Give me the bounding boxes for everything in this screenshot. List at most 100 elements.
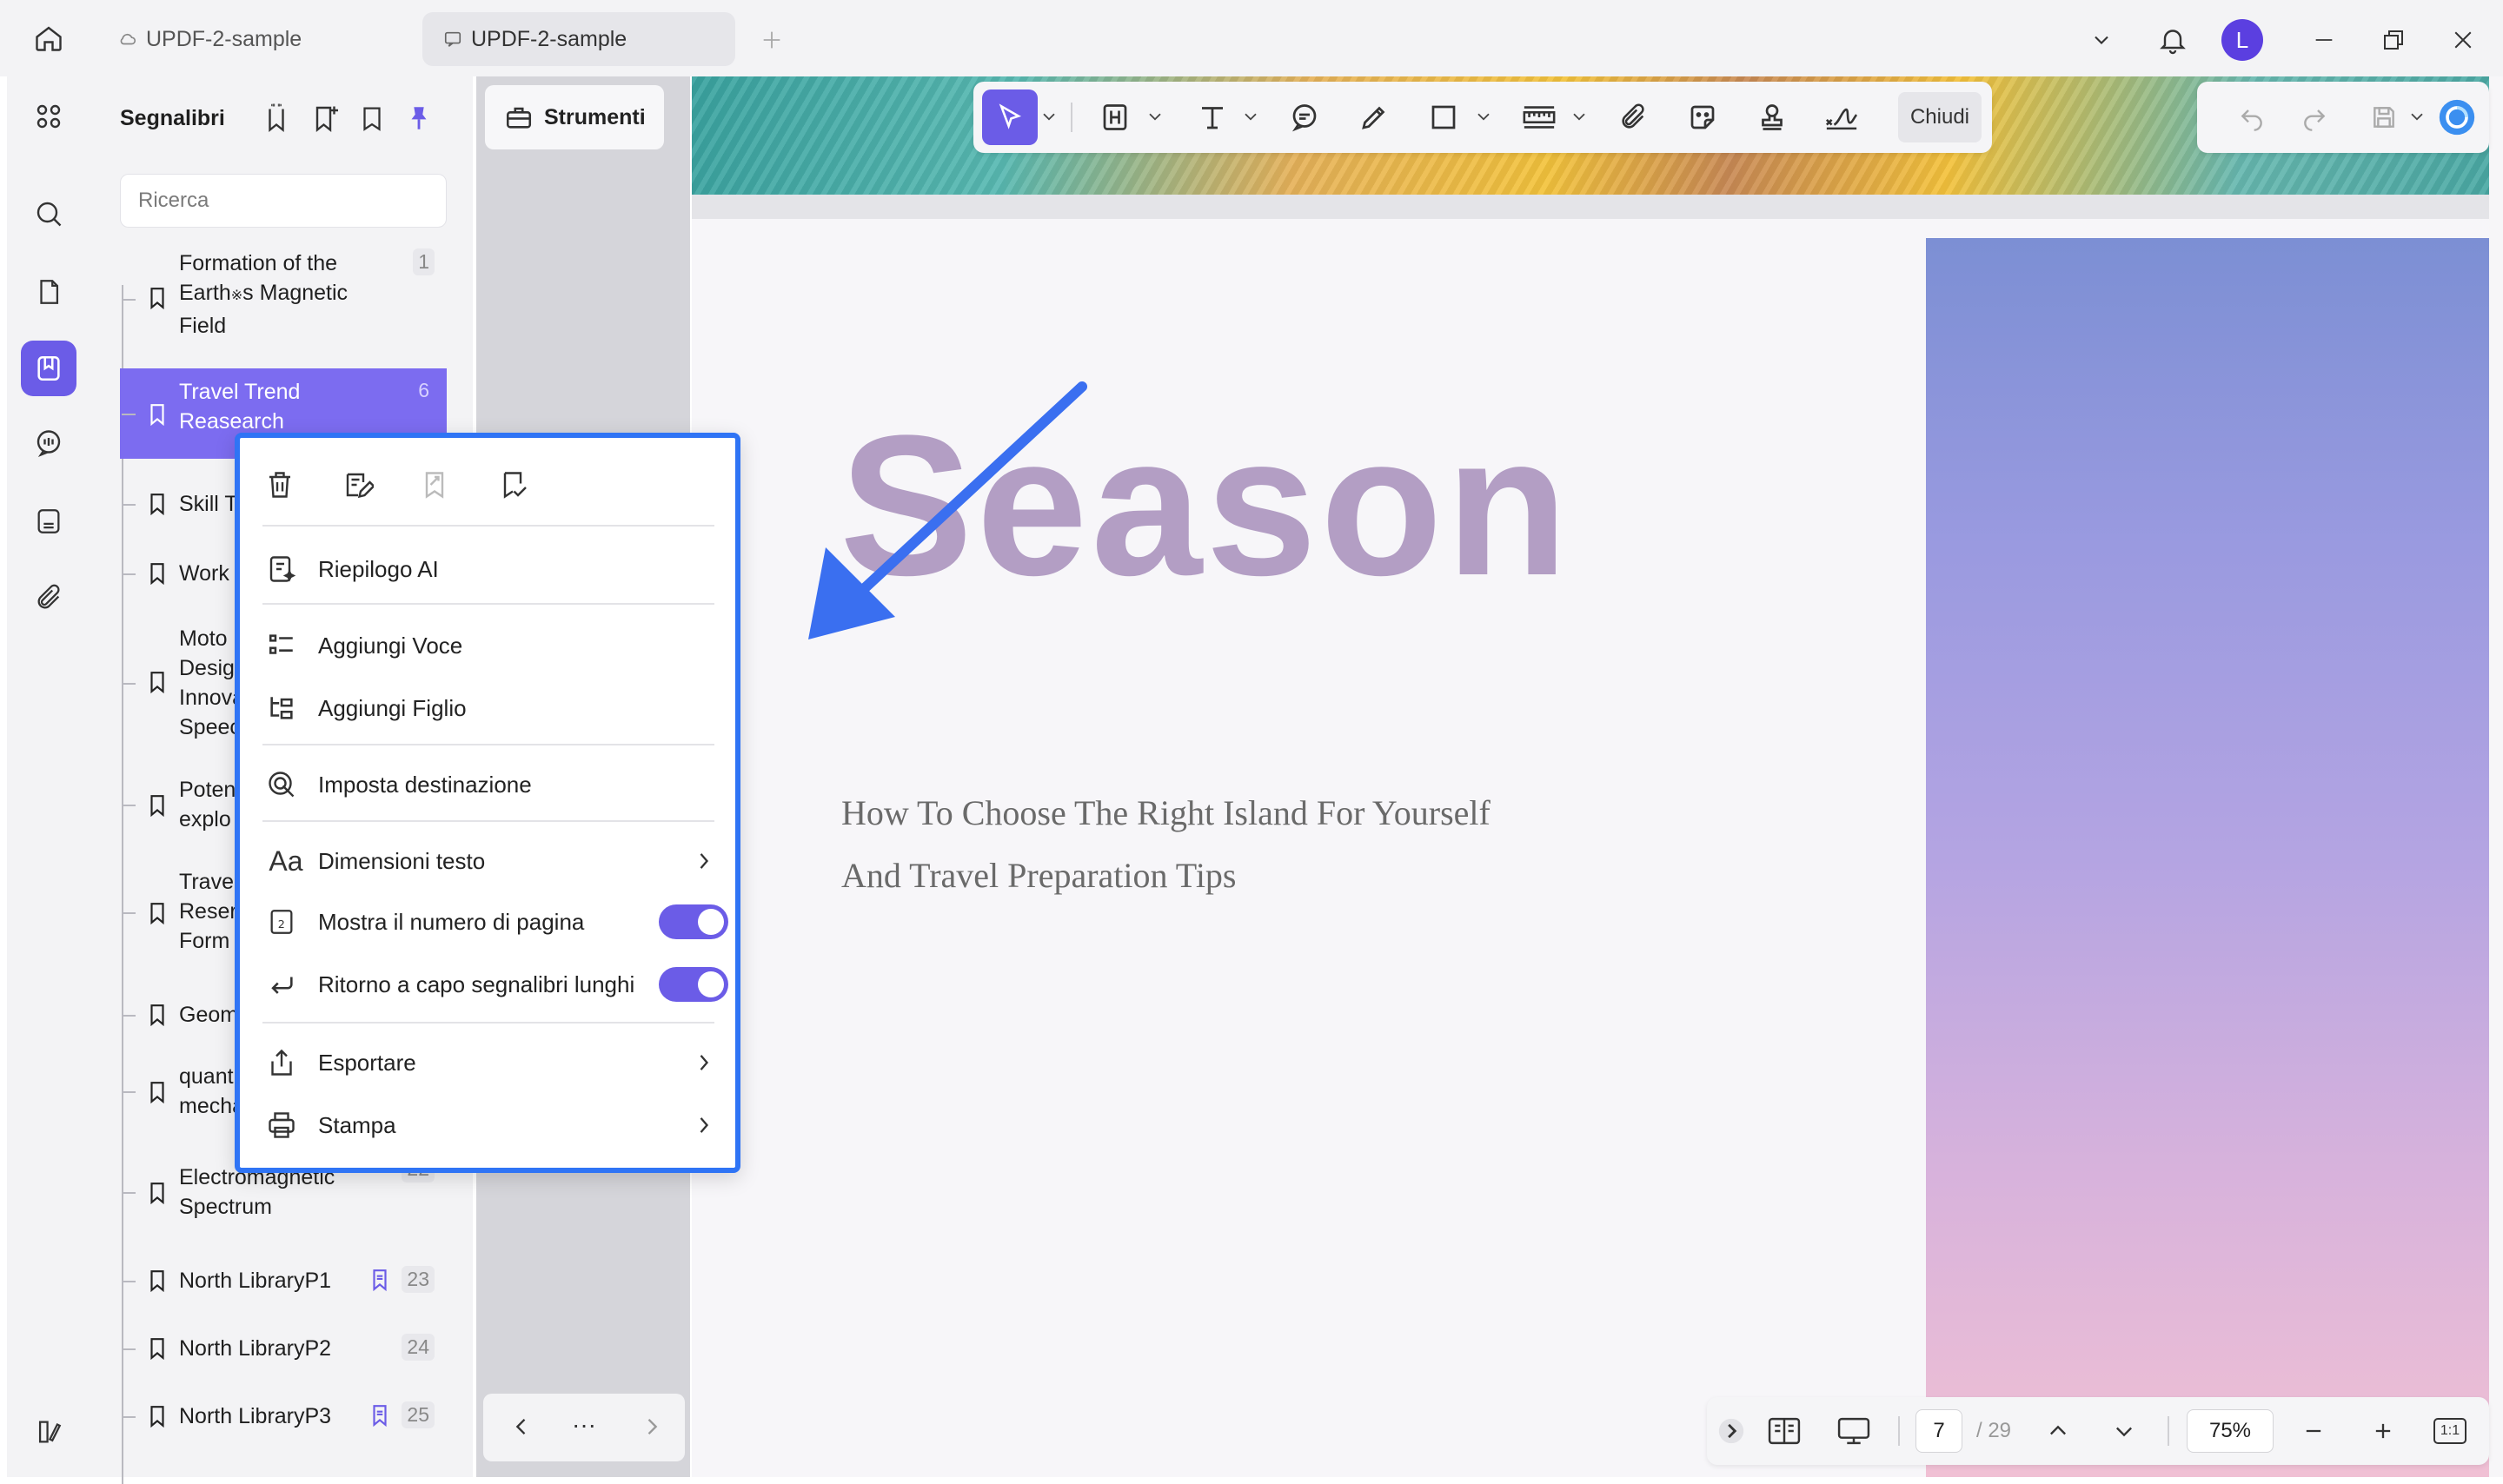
actual-size-button[interactable]: 1:1 [2428, 1409, 2472, 1453]
minimize-icon[interactable] [2305, 21, 2343, 59]
home-icon[interactable] [30, 19, 68, 57]
shape-tool-icon[interactable] [1422, 96, 1465, 139]
chevron-right-icon[interactable] [640, 1409, 664, 1444]
bookmark-label: Travel Reser Form [179, 870, 239, 953]
text-size-icon: Aa [269, 845, 303, 877]
wrap-long-toggle[interactable] [659, 967, 728, 1002]
sidebar-settings-icon[interactable] [21, 1404, 76, 1460]
delete-icon[interactable] [259, 464, 301, 506]
menu-item-export[interactable]: Esportare [257, 1036, 727, 1090]
menu-item-set-destination[interactable]: Imposta destinazione [257, 758, 727, 812]
bookmark-panel-icon[interactable] [21, 341, 76, 396]
printer-icon [264, 1108, 299, 1143]
current-page-input[interactable]: 7 [1915, 1409, 1962, 1453]
avatar[interactable]: L [2221, 19, 2263, 61]
chevron-down-icon[interactable] [2084, 23, 2119, 57]
chevron-down-icon[interactable] [1476, 111, 1491, 123]
bookmark-search-input[interactable]: Ricerca [120, 174, 447, 228]
sticker-icon[interactable] [1681, 96, 1724, 139]
pen-tool-icon[interactable] [1352, 96, 1396, 139]
tab-2-active[interactable]: UPDF-2-sample [422, 12, 735, 66]
restore-icon[interactable] [2374, 21, 2413, 59]
bookmark-icon [148, 403, 167, 426]
wrap-icon [264, 967, 299, 1002]
zoom-level[interactable]: 75% [2187, 1409, 2274, 1453]
tools-button[interactable]: Strumenti [485, 85, 664, 149]
total-pages: / 29 [1975, 1419, 2012, 1442]
main-toolbar: Chiudi [973, 82, 1992, 153]
chevron-down-icon[interactable] [1571, 111, 1587, 123]
bookmark-check-icon[interactable] [492, 464, 534, 506]
thumbnail-nav: ··· [483, 1394, 685, 1461]
ai-assistant-icon[interactable] [2435, 96, 2479, 139]
bookmark-item[interactable]: North LibraryP2 24 [120, 1324, 447, 1373]
close-toolbar-button[interactable]: Chiudi [1898, 92, 1982, 142]
stamp-icon[interactable] [1750, 96, 1794, 139]
chevron-left-icon[interactable] [509, 1409, 534, 1444]
menu-item-wrap-long-bookmarks[interactable]: Ritorno a capo segnalibri lunghi [257, 957, 728, 1011]
comments-icon[interactable] [21, 415, 76, 471]
page-number: 24 [402, 1334, 435, 1361]
form-icon[interactable] [21, 494, 76, 549]
bookmark-icon [148, 287, 167, 309]
more-button[interactable]: ··· [572, 1411, 596, 1439]
bookmark-icon [148, 1081, 167, 1103]
menu-item-add-child[interactable]: Aggiungi Figlio [257, 681, 727, 735]
page-number-icon: 2 [264, 904, 299, 939]
page-number: 23 [402, 1266, 435, 1293]
bookmark-icon [148, 794, 167, 817]
bookmark-label: North LibraryP2 [179, 1336, 332, 1361]
pin-icon[interactable] [398, 97, 440, 139]
comment-tool-icon[interactable] [1283, 96, 1326, 139]
new-tab-icon[interactable] [754, 23, 789, 57]
attachment-icon[interactable] [21, 570, 76, 626]
signature-icon[interactable] [1820, 96, 1863, 139]
expand-icon[interactable] [1714, 1409, 1749, 1453]
note-flag-icon [370, 1404, 389, 1427]
show-page-number-toggle[interactable] [659, 904, 728, 939]
previous-page-icon[interactable] [2041, 1409, 2075, 1453]
gradient-image [1926, 238, 2489, 1477]
chevron-down-icon[interactable] [1147, 111, 1163, 123]
close-window-icon[interactable] [2444, 21, 2482, 59]
measure-tool-icon[interactable] [1517, 96, 1561, 139]
menu-item-text-size[interactable]: Aa Dimensioni testo [257, 834, 727, 888]
attach-file-icon[interactable] [1611, 96, 1655, 139]
note-flag-icon [370, 1269, 389, 1291]
apps-icon[interactable] [21, 89, 76, 144]
bookmark-item[interactable]: Formation of the Earth※s Magnetic Field … [120, 248, 447, 348]
tab-label: UPDF-2-sample [146, 26, 302, 51]
chevron-down-icon[interactable] [1041, 111, 1057, 123]
add-bookmark-icon[interactable] [304, 97, 346, 139]
tab-1[interactable]: UPDF-2-sample [97, 12, 410, 66]
search-icon[interactable] [21, 186, 76, 242]
zoom-in-icon[interactable] [2366, 1409, 2400, 1453]
export-icon [264, 1045, 299, 1080]
bookmark-label: Geom [179, 1003, 239, 1027]
bell-icon[interactable] [2152, 19, 2194, 61]
page-subtitle-line-2: And Travel Preparation Tips [841, 856, 1237, 895]
redo-icon[interactable] [2293, 96, 2336, 139]
menu-item-show-page-number[interactable]: 2 Mostra il numero di pagina [257, 895, 728, 949]
chevron-down-icon[interactable] [1243, 111, 1258, 123]
page-icon[interactable] [21, 264, 76, 320]
menu-item-print[interactable]: Stampa [257, 1098, 727, 1152]
bookmark-outline-icon[interactable] [351, 97, 393, 139]
menu-item-ai-summary[interactable]: Riepilogo AI [257, 542, 727, 596]
bookmark-item[interactable]: North LibraryP1 23 [120, 1256, 447, 1305]
page-layout-icon[interactable] [1763, 1409, 1806, 1453]
select-tool-icon[interactable] [982, 89, 1038, 145]
bookmark-item[interactable]: North LibraryP3 25 [120, 1392, 447, 1441]
highlight-tool-icon[interactable] [1093, 96, 1137, 139]
next-page-icon[interactable] [2107, 1409, 2141, 1453]
rename-icon[interactable] [337, 464, 379, 506]
menu-item-add-entry[interactable]: Aggiungi Voce [257, 619, 727, 672]
chevron-down-icon[interactable] [2409, 111, 2425, 123]
history-toolbar [2197, 82, 2489, 153]
add-bookmark-sparkle-icon[interactable] [256, 97, 297, 139]
undo-icon[interactable] [2230, 96, 2274, 139]
zoom-out-icon[interactable] [2296, 1409, 2331, 1453]
save-icon[interactable] [2362, 96, 2406, 139]
text-tool-icon[interactable] [1191, 96, 1234, 139]
presentation-icon[interactable] [1832, 1409, 1876, 1453]
